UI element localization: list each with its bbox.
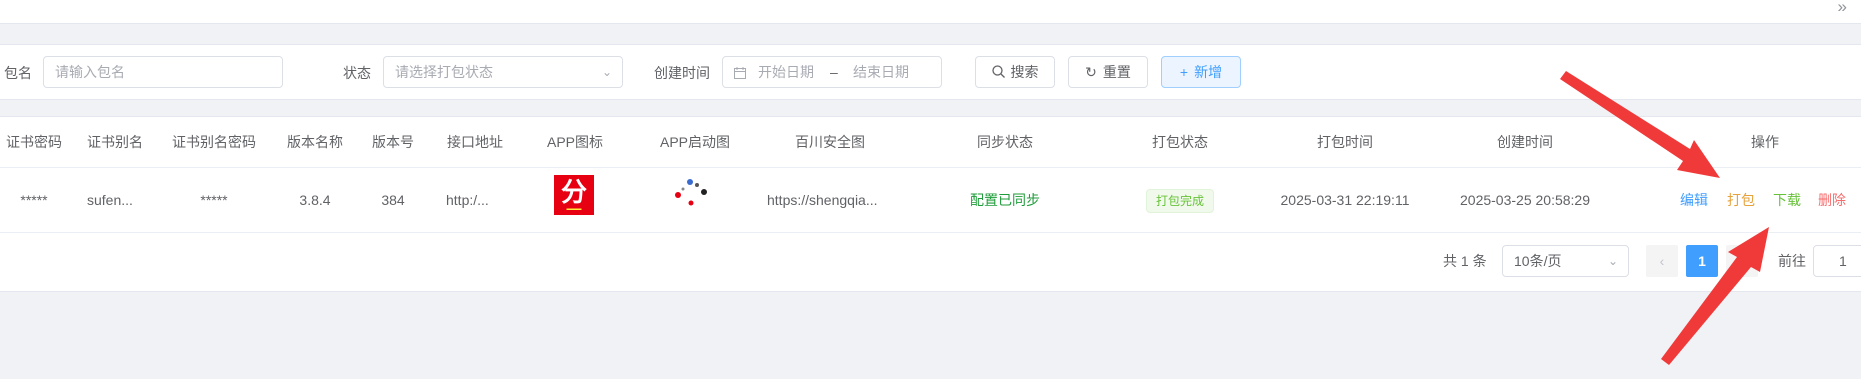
column-header: 操作	[1751, 134, 1779, 150]
top-bar: »	[0, 0, 1861, 24]
package-name-placeholder: 请输入包名	[55, 64, 125, 80]
status-placeholder: 请选择打包状态	[395, 64, 493, 80]
reset-button-label: 重置	[1102, 64, 1131, 80]
column-header: 证书密码	[6, 134, 62, 150]
plus-icon: +	[1179, 64, 1189, 80]
created-time-cell: 2025-03-25 20:58:29	[1460, 192, 1590, 208]
pagination-total: 共 1 条	[1443, 253, 1487, 269]
start-date-placeholder: 开始日期	[758, 64, 814, 80]
calendar-icon	[734, 67, 746, 79]
search-form: 包名 请输入包名 状态 请选择打包状态 ⌄ 创建时间 开始日期 – 结束日期 搜…	[0, 44, 1861, 100]
search-button[interactable]: 搜索	[975, 56, 1055, 88]
version-name-cell: 3.8.4	[299, 192, 331, 208]
column-header: 同步状态	[977, 134, 1033, 150]
cert-password-cell: *****	[20, 192, 48, 208]
column-header: 证书别名	[87, 134, 143, 150]
add-button-label: 新增	[1194, 64, 1223, 80]
search-button-label: 搜索	[1010, 64, 1039, 80]
next-page-button[interactable]	[1726, 245, 1758, 277]
column-header: 打包状态	[1152, 134, 1208, 150]
page-1-button[interactable]: 1	[1686, 245, 1718, 277]
status-select[interactable]: 请选择打包状态 ⌄	[383, 56, 623, 88]
package-status-cell: 打包完成	[1130, 168, 1230, 232]
date-range-picker[interactable]: 开始日期 – 结束日期	[722, 56, 942, 88]
column-header: 接口地址	[447, 134, 503, 150]
baichuan-image-cell: https://shengqia...	[767, 192, 878, 208]
range-separator: –	[830, 64, 838, 80]
app-icon-thumbnail[interactable]: 分 ▬▬▬	[554, 175, 594, 215]
app-icon-caption-bar: ▬▬▬	[566, 206, 582, 212]
package-name-input[interactable]: 请输入包名	[43, 56, 283, 88]
goto-label: 前往	[1778, 253, 1806, 269]
package-time-cell: 2025-03-31 22:19:11	[1280, 192, 1410, 208]
row-divider	[0, 232, 1861, 233]
version-code-cell: 384	[381, 192, 405, 208]
double-chevron-right-icon[interactable]: »	[1838, 0, 1847, 15]
splash-image-thumbnail[interactable]	[670, 176, 710, 212]
refresh-icon: ↻	[1085, 64, 1097, 80]
chevron-down-icon: ⌄	[601, 65, 612, 79]
status-badge: 打包完成	[1145, 189, 1214, 214]
page-gap	[0, 24, 1861, 44]
chevron-down-icon: ⌄	[1607, 254, 1618, 268]
sync-status-cell: 配置已同步	[970, 192, 1040, 208]
goto-page-input[interactable]: 1	[1813, 245, 1861, 277]
edit-link[interactable]: 编辑	[1680, 168, 1708, 232]
column-header: 打包时间	[1317, 134, 1373, 150]
column-header: 版本号	[372, 134, 414, 150]
add-button[interactable]: + 新增	[1161, 56, 1241, 88]
cert-alias-cell: sufen...	[87, 192, 133, 208]
package-link[interactable]: 打包	[1727, 168, 1755, 232]
column-header: 版本名称	[287, 134, 343, 150]
download-link[interactable]: 下载	[1773, 168, 1801, 232]
column-header: 证书别名密码	[172, 134, 256, 150]
end-date-placeholder: 结束日期	[853, 64, 909, 80]
app-icon-glyph: 分	[560, 177, 587, 207]
goto-page-value: 1	[1839, 253, 1847, 269]
alias-password-cell: *****	[200, 192, 228, 208]
column-header: 百川安全图	[795, 134, 865, 150]
prev-page-button[interactable]: ‹	[1646, 245, 1678, 277]
created-time-label: 创建时间	[654, 65, 710, 81]
column-header: APP图标	[546, 134, 603, 150]
page-size-select[interactable]: 10条/页 ⌄	[1502, 245, 1629, 277]
column-header: APP启动图	[659, 134, 730, 150]
status-label: 状态	[343, 65, 371, 81]
delete-link[interactable]: 删除	[1818, 168, 1846, 232]
page-size-value: 10条/页	[1514, 253, 1562, 269]
column-header: 创建时间	[1497, 134, 1553, 150]
package-name-label: 包名	[4, 65, 32, 81]
reset-button[interactable]: ↻ 重置	[1068, 56, 1148, 88]
search-icon	[991, 65, 1005, 78]
api-url-cell: http:/...	[446, 192, 489, 208]
